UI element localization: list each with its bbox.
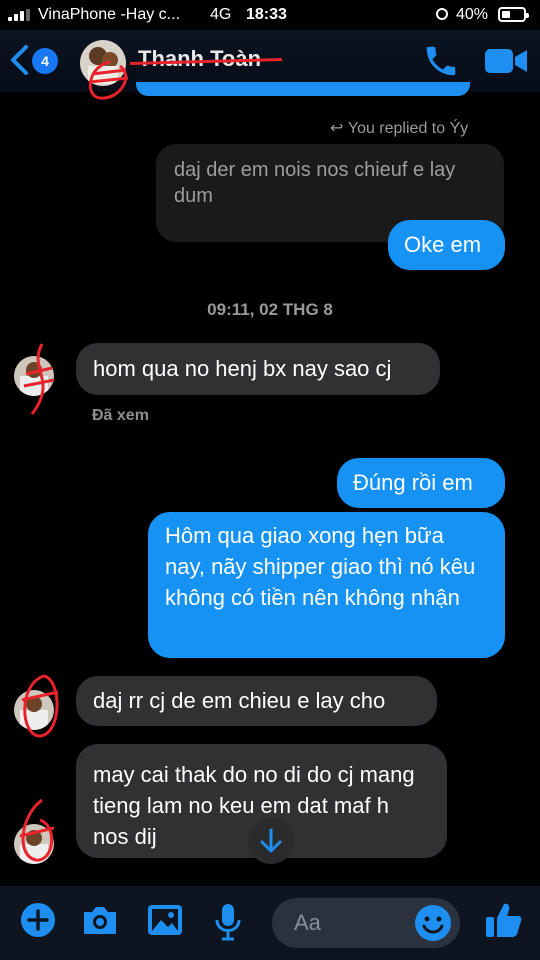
battery-icon [498,7,529,22]
message-input-placeholder: Aa [294,910,321,935]
image-icon[interactable] [146,902,184,938]
carrier-name: VinaPhone -Hay c... [38,6,181,23]
redaction-scribble [19,798,55,862]
camera-icon[interactable] [80,902,120,938]
battery-percent: 40% [456,6,489,23]
reply-indicator-text: You replied to Ýy [347,120,469,137]
back-chevron-icon[interactable] [8,44,32,76]
rotation-lock-icon [436,8,448,20]
plus-icon[interactable] [20,902,56,938]
thumbs-up-icon[interactable] [484,900,524,940]
video-camera-icon[interactable] [484,46,528,76]
previous-message-edge [136,82,470,96]
redaction-scribble [88,60,129,100]
redaction-scribble [23,343,55,415]
scroll-down-arrow-icon [260,828,282,853]
scroll-to-bottom-button[interactable] [248,818,294,864]
message-bubble[interactable]: hom qua no henj bx nay sao cj [76,343,440,395]
network-type: 4G [210,6,232,23]
message-bubble[interactable]: Hôm qua giao xong hẹn bữa nay, nãy shipp… [148,512,505,658]
reply-indicator: ↩ You replied to Ýy [330,118,468,138]
signal-icon [8,9,32,21]
clock: 18:33 [246,6,287,23]
message-bubble[interactable]: daj rr cj de em chieu e lay cho [76,676,437,726]
status-bar: VinaPhone -Hay c... 4G 18:33 40% [0,0,540,30]
emoji-icon[interactable] [414,904,452,942]
reply-message-bubble[interactable]: Oke em [388,220,505,270]
message-bubble[interactable]: Đúng rồi em [337,458,505,508]
microphone-icon[interactable] [212,902,244,942]
phone-icon[interactable] [422,42,460,80]
unread-badge[interactable]: 4 [32,48,58,74]
redaction-scribble [21,674,59,738]
timestamp: 09:11, 02 THG 8 [207,300,333,319]
reply-arrow-icon: ↩ [330,120,348,137]
seen-label: Đã xem [92,407,149,424]
